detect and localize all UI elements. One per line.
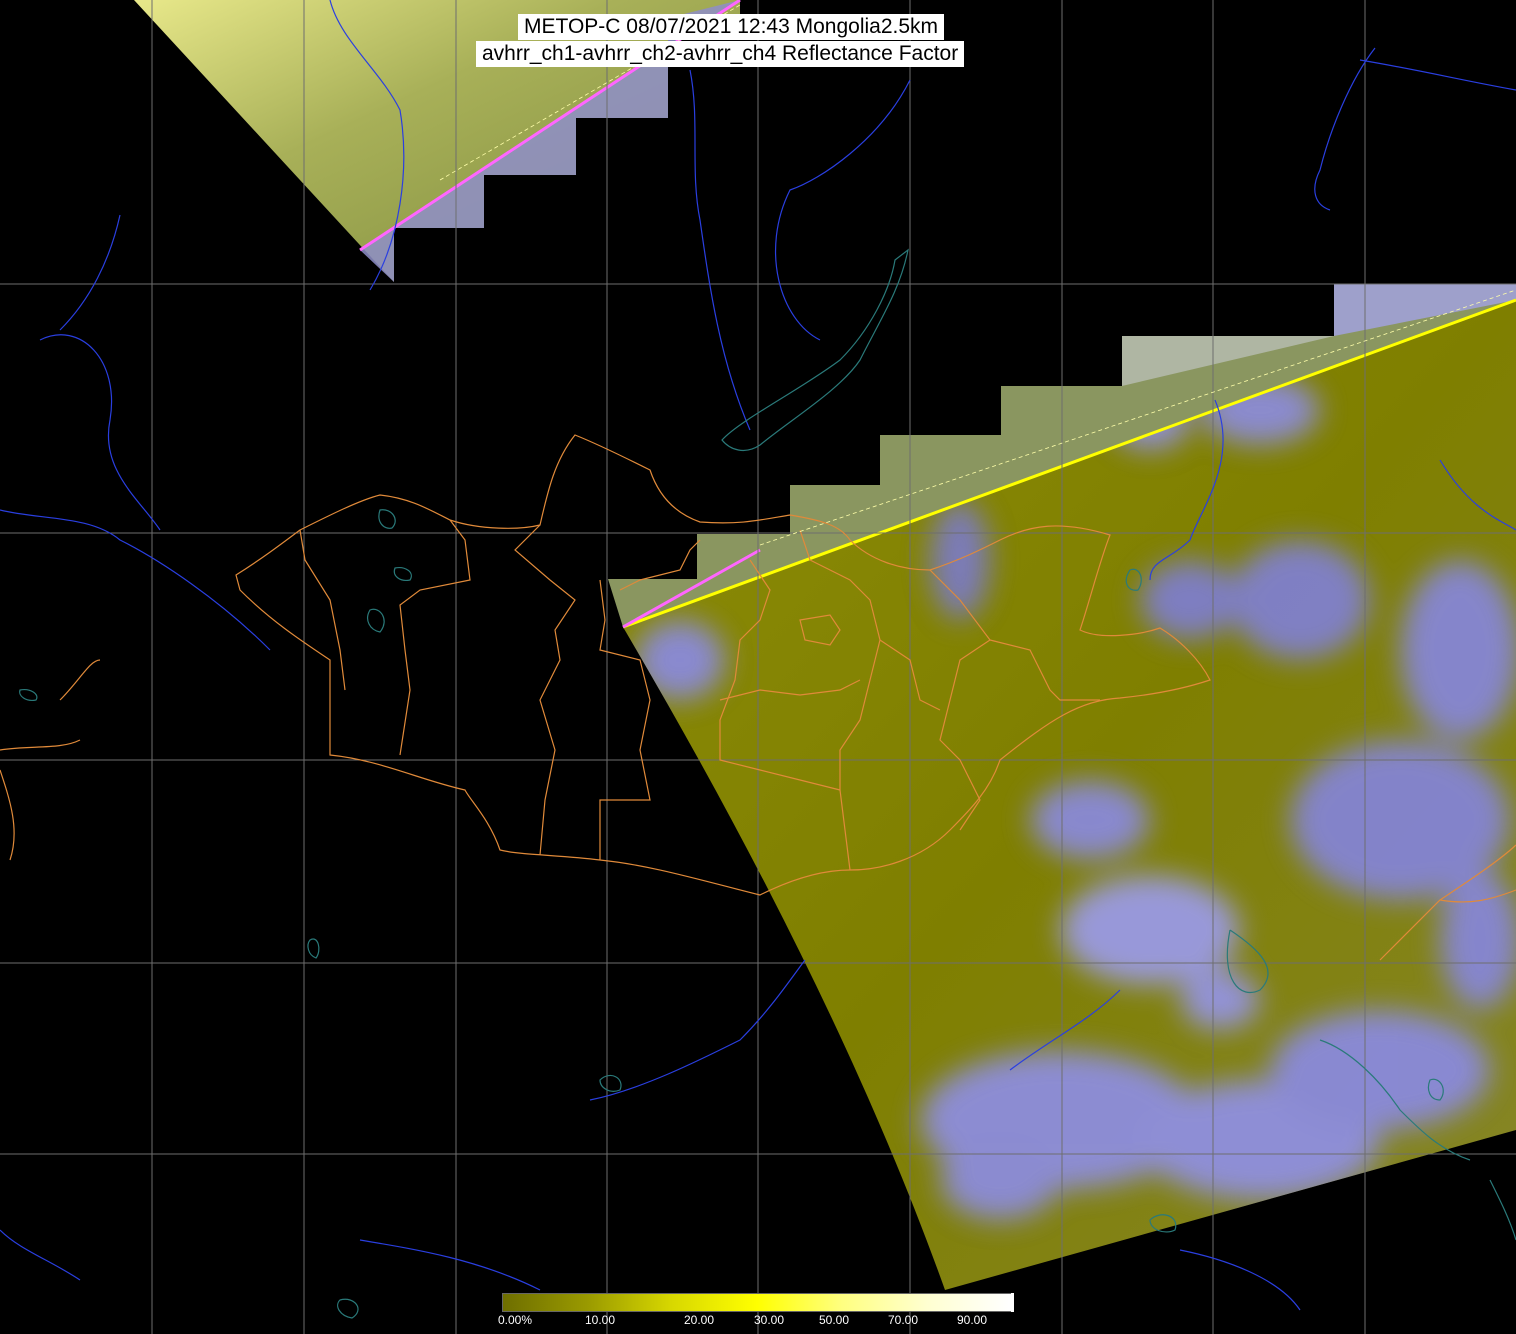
map-canvas [0,0,1516,1334]
colorbar-end-marker [1011,1293,1014,1312]
colorbar-legend: 0.00% 10.00 20.00 30.00 50.00 70.00 90.0… [498,1293,1014,1334]
satellite-map-view: METOP-C 08/07/2021 12:43 Mongolia2.5km a… [0,0,1516,1334]
colorbar-tick-label: 30.00 [754,1313,785,1327]
colorbar-tick-label: 10.00 [585,1313,616,1327]
map-title-line-1: METOP-C 08/07/2021 12:43 Mongolia2.5km [518,14,945,40]
colorbar-tick-label: 20.00 [684,1313,715,1327]
colorbar-gradient [502,1293,1012,1312]
colorbar-tick-label: 90.00 [957,1313,988,1327]
colorbar-tick-label: 0.00% [498,1313,533,1327]
colorbar-tick-label: 50.00 [819,1313,850,1327]
colorbar-tick-label: 70.00 [888,1313,919,1327]
map-title-line-2: avhrr_ch1-avhrr_ch2-avhrr_ch4 Reflectanc… [476,41,965,67]
